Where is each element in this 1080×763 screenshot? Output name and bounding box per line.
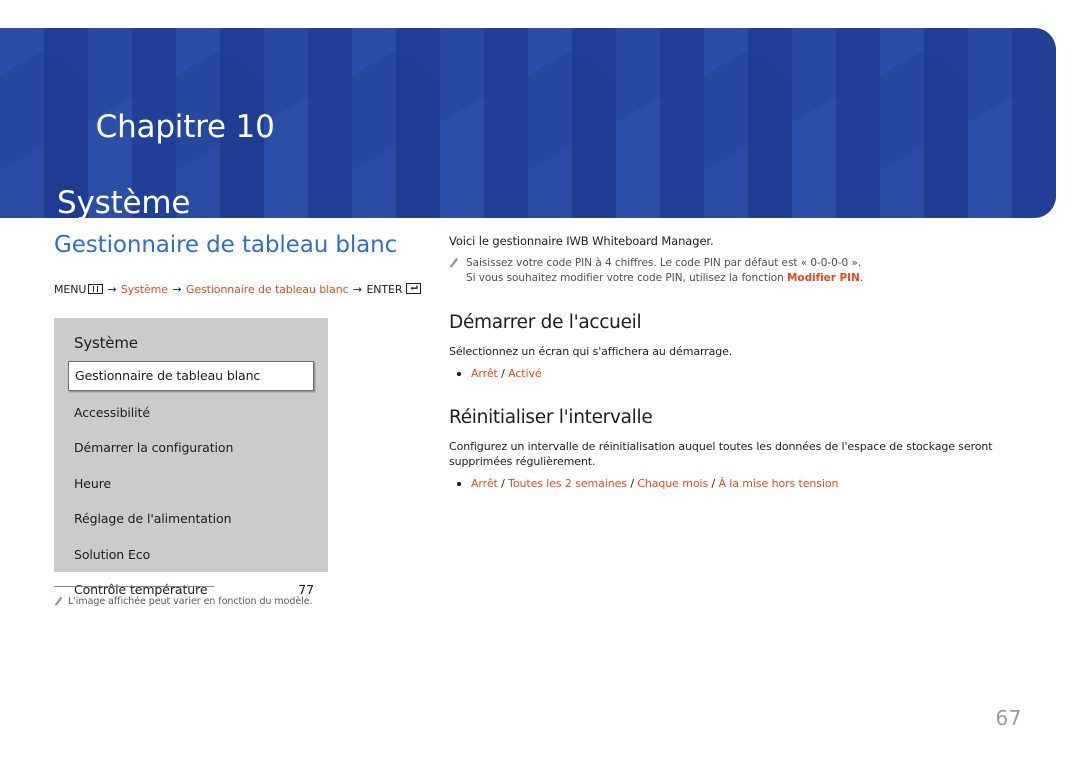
menu-path-step-systeme[interactable]: Système [121,283,168,296]
option-arret[interactable]: Arrêt [471,477,498,490]
osd-item-label: Accessibilité [74,404,150,420]
chapter-heading: Chapitre 10 Système [57,70,275,218]
section-desc-reinitialiser-lintervalle: Configurez un intervalle de réinitialisa… [449,440,993,468]
option-row: Arrêt / Activé [449,366,1029,381]
page-title: Gestionnaire de tableau blanc [54,232,398,258]
osd-item-demarrer-la-configuration[interactable]: Démarrer la configuration [54,434,328,462]
section-title-demarrer-de-laccueil: Démarrer de l'accueil [449,312,642,333]
section-desc-demarrer-de-laccueil: Sélectionnez un écran qui s'affichera au… [449,345,733,358]
chapter-title: Système [57,185,191,218]
osd-menu-box: Système Gestionnaire de tableau blanc Ac… [54,318,328,597]
chapter-banner: Chapitre 10 Système [0,28,1056,218]
osd-item-heure[interactable]: Heure [54,470,328,498]
page-number: 67 [995,706,1022,730]
osd-item-label: Heure [74,475,112,491]
pin-note-highlight: Modifier PIN [787,272,860,284]
osd-item-label: Démarrer la configuration [74,440,234,455]
option-active[interactable]: Activé [508,367,542,380]
osd-item-gestionnaire-de-tableau-blanc[interactable]: Gestionnaire de tableau blanc [68,361,314,391]
right-column: Voici le gestionnaire IWB Whiteboard Man… [449,233,1029,491]
option-list-demarrer-de-laccueil: Arrêt / Activé [449,366,1029,381]
osd-item-reglage-de-lalimentation[interactable]: Réglage de l'alimentation [54,505,328,533]
osd-item-accessibilite[interactable]: Accessibilité [54,399,328,427]
pin-note-line-2-prefix: Si vous souhaitez modifier votre code PI… [466,272,788,284]
intro-text: Voici le gestionnaire IWB Whiteboard Man… [449,234,714,248]
menu-path-arrow-2: → [172,283,182,296]
footnote: L'image affichée peut varier en fonction… [54,595,354,611]
option-chaque-mois[interactable]: Chaque mois [637,477,708,490]
option-toutes-les-2-semaines[interactable]: Toutes les 2 semaines [508,477,627,490]
menu-icon [88,284,104,294]
option-a-la-mise-hors-tension[interactable]: À la mise hors tension [718,477,838,490]
enter-icon [406,283,422,294]
osd-heading: Système [74,334,138,352]
footnote-divider [54,586,214,587]
pencil-icon [449,257,459,274]
pencil-icon [54,596,63,611]
pin-note-body: Saisissez votre code PIN à 4 chiffres. L… [466,256,1029,286]
osd-item-label: Solution Eco [74,546,151,562]
pin-note-line-2-suffix: . [859,272,864,284]
menu-path-arrow-3: → [352,283,363,296]
left-column: Gestionnaire de tableau blanc MENU → Syst… [54,230,434,297]
menu-path-breadcrumb: MENU → Système → Gestionnaire de tableau … [54,283,434,297]
osd-item-solution-eco[interactable]: Solution Eco [54,541,328,569]
osd-item-label: Réglage de l'alimentation [74,511,232,526]
menu-path-menu-label: MENU [54,283,87,296]
footnote-block: L'image affichée peut varier en fonction… [54,586,354,611]
menu-path-enter-label: ENTER [366,283,403,296]
osd-menu-list: Gestionnaire de tableau blanc Accessibil… [54,361,328,604]
chapter-label: Chapitre 10 [95,109,275,145]
osd-item-label: Gestionnaire de tableau blanc [75,368,261,383]
option-arret[interactable]: Arrêt [471,367,498,380]
pin-note: Saisissez votre code PIN à 4 chiffres. L… [449,256,1029,286]
menu-path-arrow-1: → [107,283,117,296]
menu-path-step-gestionnaire[interactable]: Gestionnaire de tableau blanc [186,283,349,296]
option-row: Arrêt / Toutes les 2 semaines / Chaque m… [449,476,1029,491]
footnote-text: L'image affichée peut varier en fonction… [68,596,313,607]
pin-note-line-1: Saisissez votre code PIN à 4 chiffres. L… [466,257,862,269]
section-title-reinitialiser-lintervalle: Réinitialiser l'intervalle [449,407,653,428]
option-list-reinitialiser-lintervalle: Arrêt / Toutes les 2 semaines / Chaque m… [449,476,1029,491]
